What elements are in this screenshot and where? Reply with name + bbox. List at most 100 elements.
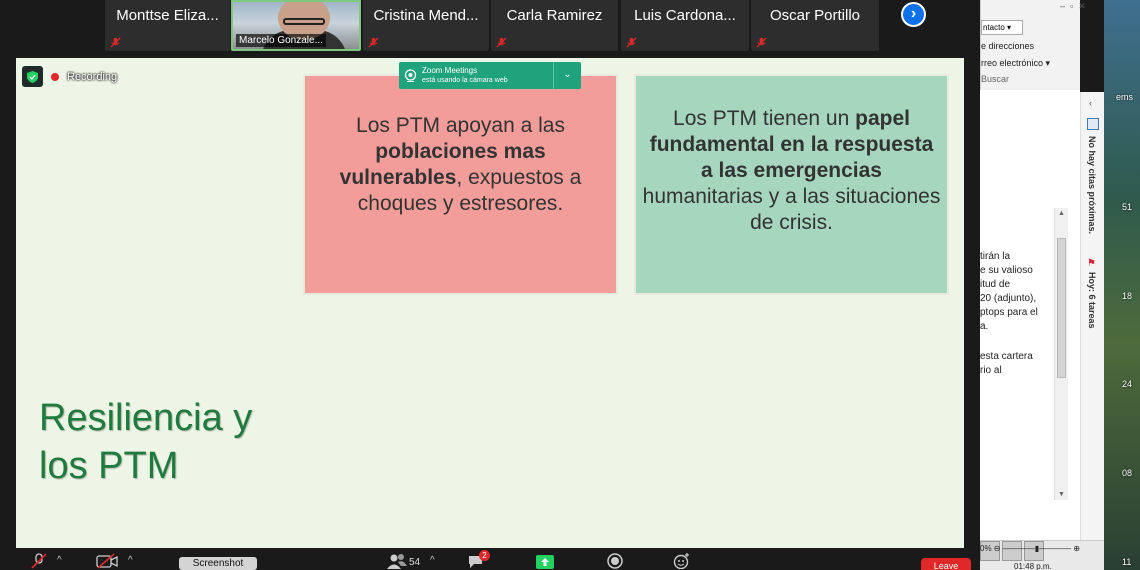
next-page-button[interactable]: › [901, 2, 926, 27]
webcam-icon [404, 69, 417, 82]
mic-muted-icon [31, 553, 47, 569]
shared-screen-slide: Los PTM apoyan a las poblaciones mas vul… [16, 58, 964, 548]
chevron-up-icon[interactable]: ^ [430, 555, 435, 566]
chevron-up-icon[interactable]: ^ [57, 555, 62, 566]
body-line: rio al [980, 365, 1002, 376]
slider-track[interactable]: ————▮———— [1003, 544, 1071, 553]
start-video-button[interactable] [96, 553, 118, 569]
mic-muted-icon [110, 37, 121, 48]
video-person-glasses [283, 18, 325, 25]
participant-name: Oscar Portillo [769, 7, 861, 24]
participants-count: 54 [409, 557, 421, 568]
desktop-label: 51 [1122, 202, 1133, 212]
slide-box-text: Los PTM apoyan a las poblaciones mas vul… [317, 113, 604, 217]
todo-bar: ‹ No hay citas próximas. ⚑ Hoy: 6 tareas [1080, 92, 1104, 540]
slide-box-green: Los PTM tienen un papel fundamental en l… [634, 74, 949, 295]
scroll-thumb[interactable] [1057, 238, 1066, 378]
participant-name: Monttse Eliza... [116, 7, 219, 24]
participant-tile[interactable]: Carla Ramirez [491, 0, 618, 51]
participant-tile[interactable]: Monttse Eliza... [105, 0, 230, 51]
unmute-button[interactable] [30, 553, 48, 569]
slide-box-text: Los PTM tienen un papel fundamental en l… [642, 106, 941, 236]
minimize-icon[interactable]: – [1060, 1, 1065, 11]
desktop-label: 11 [1122, 557, 1132, 567]
restore-icon[interactable]: ▫ [1070, 1, 1073, 11]
slide-title-line: los PTM [39, 445, 179, 487]
participant-video-tile[interactable]: Marcelo Gonzale... [231, 0, 361, 51]
body-line: e su valioso [980, 265, 1033, 276]
contact-search-combo[interactable]: ntacto ▾ [981, 20, 1023, 35]
desktop-label: ems [1116, 92, 1134, 102]
outlook-ribbon: ntacto ▾ e direcciones rreo electrónico … [980, 0, 1080, 90]
participants-icon [387, 554, 407, 569]
emoji-icon [673, 553, 689, 569]
message-scrollbar[interactable]: ▲ ▼ [1054, 208, 1068, 500]
leave-button[interactable]: Leave [921, 558, 971, 570]
email-filter-menu[interactable]: rreo electrónico ▾ [981, 58, 1050, 69]
zoom-meeting-window: Monttse Eliza... Marcelo Gonzale... Cris… [0, 0, 980, 570]
camera-notification[interactable]: Zoom Meetings está usando la cámara web … [399, 62, 581, 89]
body-line: ptops para el [980, 307, 1038, 318]
reactions-button[interactable] [672, 553, 692, 569]
record-icon [607, 553, 623, 569]
video-off-icon [96, 553, 118, 569]
zoom-slider[interactable]: 0% ⊖ ————▮———— ⊕ [980, 544, 1080, 553]
desktop-label: 08 [1122, 468, 1133, 478]
box-text-part: Los PTM tienen un [673, 106, 856, 130]
zoom-out-icon[interactable]: ⊖ [994, 544, 1001, 553]
mic-muted-icon [756, 37, 767, 48]
address-book-button[interactable]: e direcciones [981, 41, 1034, 51]
participants-button[interactable] [386, 553, 408, 569]
slide-title: Resiliencia y los PTM [39, 394, 252, 490]
flag-icon: ⚑ [1087, 258, 1096, 269]
scroll-down-icon[interactable]: ▼ [1058, 491, 1065, 498]
security-shield-icon[interactable] [22, 66, 43, 87]
participant-strip: Monttse Eliza... Marcelo Gonzale... Cris… [0, 0, 980, 58]
system-clock: 01:48 p.m. [1014, 562, 1052, 570]
record-button[interactable] [606, 553, 624, 569]
menu-label: rreo electrónico [981, 58, 1044, 68]
participant-tile[interactable]: Cristina Mend... [363, 0, 489, 51]
no-appointments-label: No hay citas próximas. [1087, 136, 1097, 235]
search-group-label: Buscar [981, 74, 1010, 84]
participant-name: Luis Cardona... [634, 7, 736, 24]
combo-text: ntacto [983, 23, 1005, 32]
chevron-right-icon: › [910, 5, 917, 22]
participant-name: Marcelo Gonzale... [236, 34, 326, 47]
box-text-part: Los PTM apoyan a las [356, 113, 565, 137]
recording-dot-icon [51, 72, 59, 81]
box-text-part: humanitarias y a las situaciones de cris… [642, 184, 941, 234]
body-line: esta cartera [980, 351, 1033, 362]
chevron-down-icon[interactable]: ⌄ [553, 62, 581, 89]
participant-name: Cristina Mend... [373, 7, 479, 24]
body-line: itud de [980, 279, 1011, 290]
calendar-icon[interactable] [1087, 118, 1099, 130]
notification-title: Zoom Meetings [422, 66, 478, 75]
participant-tile[interactable]: Luis Cardona... [621, 0, 749, 51]
recording-label: Recording [67, 70, 118, 83]
body-line: a. [980, 321, 989, 332]
zoom-in-icon[interactable]: ⊕ [1073, 544, 1080, 553]
screen: Monttse Eliza... Marcelo Gonzale... Cris… [0, 0, 1140, 570]
chevron-up-icon[interactable]: ^ [128, 555, 133, 566]
share-screen-button[interactable] [535, 553, 555, 569]
meeting-toolbar: ^ ^ Screenshot 54 ^ 2 Leave [0, 549, 980, 570]
notification-text: está usando la cámara web [422, 77, 508, 84]
share-screen-icon [536, 555, 554, 569]
slide-title-line: Resiliencia y [39, 397, 253, 439]
screenshot-button[interactable]: Screenshot [179, 557, 257, 570]
desktop-background: ems 51 18 24 08 11 [1104, 0, 1140, 570]
chevron-left-icon[interactable]: ‹ [1089, 98, 1092, 108]
body-line: tirán la [980, 251, 1011, 262]
window-controls[interactable]: – ▫ ✕ [1060, 1, 1086, 12]
mic-muted-icon [368, 37, 379, 48]
mic-muted-icon [626, 37, 637, 48]
slide-box-pink: Los PTM apoyan a las poblaciones mas vul… [303, 74, 618, 295]
scroll-up-icon[interactable]: ▲ [1058, 210, 1065, 217]
zoom-level: 0% [980, 544, 992, 553]
close-icon[interactable]: ✕ [1078, 1, 1086, 11]
participant-name: Carla Ramirez [506, 7, 603, 24]
desktop-label: 18 [1122, 291, 1133, 301]
body-line: 20 (adjunto), [980, 293, 1037, 304]
participant-tile[interactable]: Oscar Portillo [751, 0, 879, 51]
